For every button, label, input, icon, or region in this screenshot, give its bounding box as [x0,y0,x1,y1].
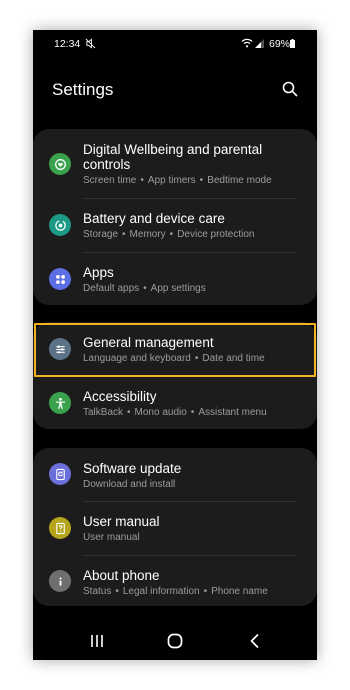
device-care-icon [49,214,71,236]
item-subtitle: User manual [83,532,140,543]
item-title: User manual [83,514,160,529]
settings-item-apps[interactable]: Apps Default apps • App settings [33,252,317,305]
battery-percent: 69% [269,38,291,50]
apps-icon [49,268,71,290]
item-title: About phone [83,568,160,583]
item-subtitle: Default apps • App settings [83,283,206,294]
software-update-icon [49,463,71,485]
signal-icon [255,39,264,48]
item-title: Apps [83,265,114,280]
battery-icon [290,39,295,48]
settings-item-user-manual[interactable]: User manual User manual [33,501,317,555]
mute-icon [85,38,96,49]
status-bar: 12:34 69% [33,30,317,56]
settings-item-digital-wellbeing[interactable]: Digital Wellbeing and parental controls … [33,129,317,198]
item-title: Accessibility [83,389,157,404]
settings-item-software-update[interactable]: Software update Download and install [33,448,317,501]
navigation-bar [33,628,317,654]
item-subtitle: Storage • Memory • Device protection [83,229,255,240]
home-icon[interactable] [166,632,184,650]
page-title: Settings [52,80,114,99]
item-subtitle: Download and install [83,479,176,490]
highlight-frame [34,323,316,377]
settings-group-1: Digital Wellbeing and parental controls … [33,129,317,305]
item-subtitle: Status • Legal information • Phone name [83,586,268,597]
search-icon[interactable] [281,80,299,98]
settings-item-about-phone[interactable]: About phone Status • Legal information • Pho… [33,555,317,606]
status-time: 12:34 [54,38,81,50]
accessibility-icon [49,392,71,414]
item-subtitle: TalkBack • Mono audio • Assistant menu [83,407,267,418]
item-title: Battery and device care [83,211,225,226]
settings-item-battery-device-care[interactable]: Battery and device care Storage • Memory • D… [33,198,317,252]
item-title: Digital Wellbeing and parental controls [83,142,263,172]
back-icon[interactable] [246,632,264,650]
recent-apps-icon[interactable] [88,632,106,650]
user-manual-icon [49,517,71,539]
phone-screen: 12:34 69% Settings Digital Wellbeing and… [33,30,317,660]
item-title: Software update [83,461,182,476]
settings-group-3: Software update Download and install Use… [33,448,317,606]
wifi-icon [241,38,253,48]
item-subtitle: Screen time • App timers • Bedtime mode [83,175,272,186]
about-phone-icon [49,570,71,592]
settings-item-accessibility[interactable]: Accessibility TalkBack • Mono audio • Assist… [33,376,317,429]
digital-wellbeing-icon [49,153,71,175]
